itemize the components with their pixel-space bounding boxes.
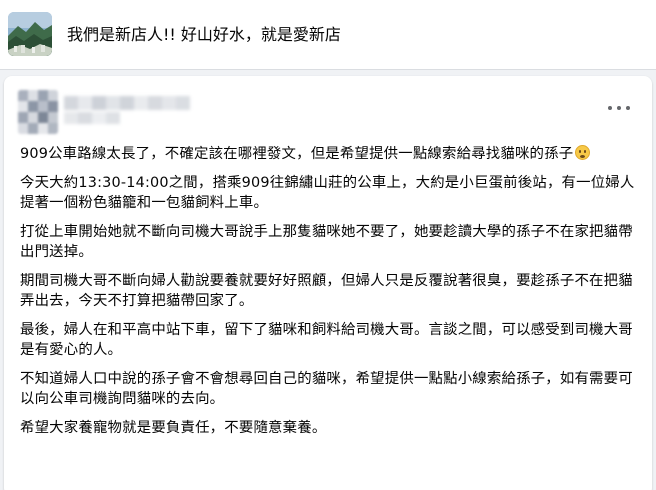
post-paragraph: 不知道婦人口中說的孫子會不會想尋回自己的貓咪，希望提供一點點小線索給孫子，如有需…: [20, 371, 633, 407]
post-paragraph: 期間司機大哥不斷向婦人勸說要養就要好好照顧，但婦人只是反覆說著很臭，要趁孫子不在…: [20, 273, 633, 309]
post-options-button[interactable]: [608, 102, 630, 114]
post-paragraph: 最後，婦人在和平高中站下車，留下了貓咪和飼料給司機大哥。言談之間，可以感受到司機…: [20, 322, 633, 358]
group-thumbnail[interactable]: [8, 12, 52, 56]
post-paragraph: 希望大家養寵物就是要負責任，不要隨意棄養。: [20, 420, 327, 436]
group-title[interactable]: 我們是新店人!! 好山好水，就是愛新店: [67, 24, 341, 46]
post-text: 909公車路線太長了，不確定該在哪裡發文，但是希望提供一點線索給尋找貓咪的孫子 …: [20, 144, 640, 447]
post-paragraph: 909公車路線太長了，不確定該在哪裡發文，但是希望提供一點線索給尋找貓咪的孫子: [20, 144, 640, 164]
blurred-name-icon: [64, 94, 196, 128]
author-avatar[interactable]: [18, 90, 58, 134]
post-paragraph: 今天大約13:30-14:00之間，搭乘909往錦繡山莊的公車上，大約是小巨蛋前…: [20, 175, 635, 211]
post-card: 909公車路線太長了，不確定該在哪裡發文，但是希望提供一點線索給尋找貓咪的孫子 …: [4, 76, 652, 490]
more-options-dots-icon: [608, 106, 612, 110]
grimacing-face-emoji-icon: [575, 145, 591, 160]
group-header: 我們是新店人!! 好山好水，就是愛新店: [0, 0, 656, 70]
post-paragraph: 打從上車開始她就不斷向司機大哥說手上那隻貓咪她不要了，她要趁讀大學的孫子不在家把…: [20, 224, 633, 260]
blurred-avatar-icon: [18, 90, 58, 134]
mountain-landscape-icon: [8, 12, 52, 56]
author-name-redacted[interactable]: [64, 94, 196, 128]
